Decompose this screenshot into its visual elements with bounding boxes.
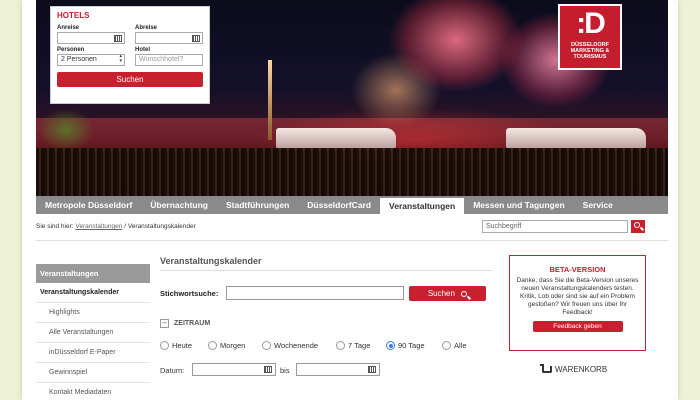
radio-alle[interactable]: Alle <box>442 341 467 350</box>
datum-label: Datum: <box>160 366 185 375</box>
sidebar-item-epaper[interactable]: inDüsseldorf E-Paper <box>36 343 150 363</box>
search-icon <box>634 222 640 228</box>
arrival-input[interactable] <box>57 32 125 44</box>
nav-stadtfuehrungen[interactable]: Stadtführungen <box>217 196 298 214</box>
logo-line-3: TOURISMUS <box>573 54 607 60</box>
nav-metropole[interactable]: Metropole Düsseldorf <box>36 196 141 214</box>
page: HOTELS Anreise Abreise Personen 2 Person… <box>22 0 678 400</box>
hotel-search-widget: HOTELS Anreise Abreise Personen 2 Person… <box>50 6 210 104</box>
nav-veranstaltungen[interactable]: Veranstaltungen <box>380 196 465 214</box>
cart-label: WARENKORB <box>555 365 608 374</box>
rheinturm <box>268 60 272 140</box>
radio-heute[interactable]: Heute <box>160 341 192 350</box>
nav-service[interactable]: Service <box>574 196 622 214</box>
sidebar-item-kalender[interactable]: Veranstaltungskalender <box>36 283 150 303</box>
radio-dot-selected[interactable] <box>386 341 395 350</box>
breadcrumb-current: Veranstaltungskalender <box>127 223 196 230</box>
radio-label: Wochenende <box>274 341 319 350</box>
radio-7-tage[interactable]: 7 Tage <box>336 341 370 350</box>
beta-title: BETA-VERSION <box>549 265 606 274</box>
radio-wochenende[interactable]: Wochenende <box>262 341 318 350</box>
main-nav: Metropole Düsseldorf Übernachtung Stadtf… <box>36 196 668 214</box>
radio-dot[interactable] <box>160 341 169 350</box>
site-search-button[interactable] <box>631 220 645 233</box>
date-to-input[interactable] <box>296 363 380 376</box>
sidebar-item-gewinnspiel[interactable]: Gewinnspiel <box>36 363 150 383</box>
divider <box>36 240 668 241</box>
search-icon <box>461 291 468 297</box>
cart-link[interactable]: WARENKORB <box>540 364 608 374</box>
calendar-icon[interactable] <box>264 366 272 373</box>
radio-morgen[interactable]: Morgen <box>208 341 245 350</box>
arrival-label: Anreise <box>57 25 80 31</box>
sidebar-item-kontakt[interactable]: Kontakt Mediadaten <box>36 383 150 400</box>
persons-select[interactable]: 2 Personen <box>57 54 125 66</box>
ship-2 <box>506 128 646 150</box>
crowd <box>36 148 668 196</box>
feedback-button[interactable]: Feedback geben <box>532 321 623 332</box>
breadcrumb-separator: / <box>124 223 126 230</box>
radio-label: 90 Tage <box>398 341 425 350</box>
departure-input[interactable] <box>135 32 203 44</box>
bis-label: bis <box>280 366 290 375</box>
radio-label: Morgen <box>220 341 246 350</box>
persons-label: Personen <box>57 47 85 53</box>
radio-label: 7 Tage <box>348 341 371 350</box>
sidebar-item-highlights[interactable]: Highlights <box>36 303 150 323</box>
radio-dot[interactable] <box>336 341 345 350</box>
title-underline <box>160 270 492 271</box>
keyword-search-button[interactable]: Suchen <box>409 286 486 301</box>
ship-1 <box>276 128 396 150</box>
calendar-icon[interactable] <box>192 35 200 42</box>
site-search-input[interactable]: Suchbegriff <box>482 220 628 233</box>
radio-label: Alle <box>454 341 467 350</box>
calendar-icon[interactable] <box>368 366 376 373</box>
sidebar: Veranstaltungen Veranstaltungskalender H… <box>36 264 150 400</box>
hotel-label: Hotel <box>135 47 150 53</box>
page-title: Veranstaltungskalender <box>160 256 262 266</box>
beta-body: Danke, dass Sie die Beta-Version unseres… <box>516 277 639 316</box>
nav-uebernachtung[interactable]: Übernachtung <box>141 196 217 214</box>
radio-dot[interactable] <box>442 341 451 350</box>
nav-messen[interactable]: Messen und Tagungen <box>464 196 573 214</box>
logo-mark: :D <box>576 7 606 40</box>
keyword-label: Stichwortsuche: <box>160 289 219 298</box>
zeitraum-label[interactable]: ZEITRAUM <box>174 320 210 327</box>
keyword-search-label: Suchen <box>427 289 455 298</box>
calendar-icon[interactable] <box>114 35 122 42</box>
hotel-input[interactable]: Wunschhotel? <box>135 54 203 66</box>
duesseldorf-logo[interactable]: :D DÜSSELDORF MARKETING & TOURISMUS <box>558 4 622 70</box>
beta-notice: BETA-VERSION Danke, dass Sie die Beta-Ve… <box>509 255 646 351</box>
hotel-search-button[interactable]: Suchen <box>57 72 203 87</box>
zeitraum-radio-group: Heute Morgen Wochenende 7 Tage 90 Tage A… <box>160 341 500 353</box>
hotels-title: HOTELS <box>57 11 90 20</box>
radio-90-tage[interactable]: 90 Tage <box>386 341 425 350</box>
radio-dot[interactable] <box>262 341 271 350</box>
breadcrumb-link[interactable]: Veranstaltungen <box>75 223 122 230</box>
radio-label: Heute <box>172 341 193 350</box>
sidebar-item-alle[interactable]: Alle Veranstaltungen <box>36 323 150 343</box>
cart-icon <box>540 364 552 373</box>
zeitraum-collapse-toggle[interactable]: – <box>160 319 169 328</box>
departure-label: Abreise <box>135 25 158 31</box>
keyword-input[interactable] <box>226 286 404 300</box>
breadcrumb: Sie sind hier: Veranstaltungen / Veranst… <box>36 223 196 230</box>
date-from-input[interactable] <box>192 363 276 376</box>
sidebar-head[interactable]: Veranstaltungen <box>36 264 150 283</box>
breadcrumb-prefix: Sie sind hier: <box>36 223 74 230</box>
nav-duesseldorfcard[interactable]: DüsseldorfCard <box>298 196 380 214</box>
radio-dot[interactable] <box>208 341 217 350</box>
